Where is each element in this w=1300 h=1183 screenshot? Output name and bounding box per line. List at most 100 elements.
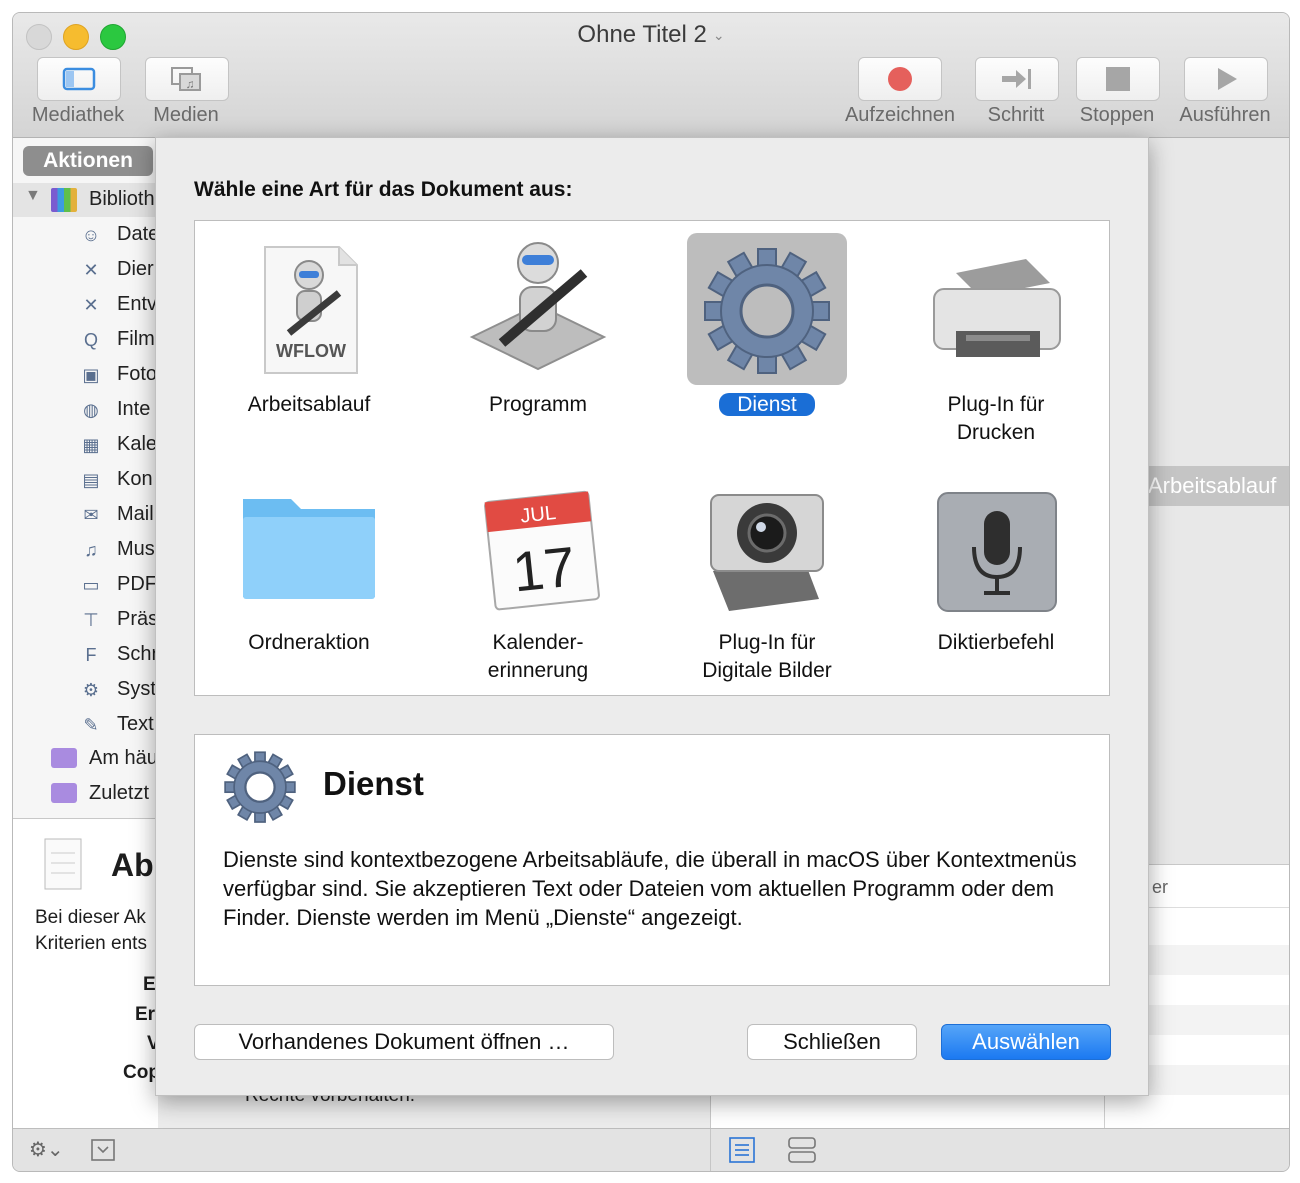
type-description-panel: Dienst Dienste sind kontextbezogene Arbe… — [194, 734, 1110, 986]
type-print-plugin[interactable]: Plug-In für Drucken — [896, 227, 1096, 451]
media-button[interactable]: ♫ — [145, 57, 229, 101]
sheet-prompt: Wähle eine Art für das Dokument aus: — [194, 178, 573, 201]
sidebar-item[interactable]: ☺ Date — [13, 218, 158, 252]
sidebar-item[interactable]: ✕ Entv — [13, 288, 158, 322]
column-divider — [1104, 1093, 1105, 1128]
step-label: Schritt — [987, 104, 1045, 126]
type-calendar-alarm[interactable]: JUL 17 Kalender-erinnerung — [438, 465, 638, 689]
record-label: Aufzeichnen — [844, 104, 956, 126]
sidebar-item-label: Mail — [117, 503, 154, 525]
info-row-label: E — [143, 974, 156, 995]
bottom-bar: ⚙⌄ — [13, 1128, 1289, 1171]
type-label: Dienst — [667, 391, 867, 419]
document-type-sheet: Wähle eine Art für das Dokument aus: WFL… — [155, 137, 1149, 1096]
sidebar-item-label: Inte — [117, 398, 151, 420]
workflow-drop-hint: Arbeitsablauf — [1148, 466, 1289, 506]
automator-robot-icon — [458, 233, 618, 385]
globe-icon: ◍ — [83, 400, 99, 420]
record-icon — [888, 67, 912, 91]
type-image-capture-plugin[interactable]: Plug-In für Digitale Bilder — [667, 465, 867, 689]
sidebar-item-label: Mus — [117, 538, 155, 560]
workflow-file-icon: WFLOW — [229, 233, 389, 385]
log-table-lower — [710, 1093, 1149, 1128]
smart-group-recent[interactable]: Zuletzt — [13, 777, 158, 811]
sidebar-item[interactable]: ✎ Text — [13, 708, 158, 742]
sidebar-item-label: Schr — [117, 643, 158, 665]
log-column-header[interactable]: er — [1152, 877, 1168, 898]
sidebar-item[interactable]: ◍ Inte — [13, 393, 158, 427]
library-button[interactable] — [37, 57, 121, 101]
document-type-grid: WFLOW Arbeitsablauf Programm Dienst Plug… — [194, 220, 1110, 696]
type-label: Kalender-erinnerung — [487, 631, 589, 682]
sidebar-item-label: Entv — [117, 293, 158, 315]
sidebar-item-label: Syst — [117, 678, 156, 700]
step-button[interactable] — [975, 57, 1059, 101]
close-button[interactable]: Schließen — [747, 1024, 917, 1060]
type-dictation-command[interactable]: Diktierbefehl — [896, 465, 1096, 689]
svg-text:♫: ♫ — [186, 77, 195, 91]
divider — [710, 1129, 711, 1171]
library-icon — [62, 67, 96, 91]
library-label: Mediathek — [31, 104, 125, 126]
sidebar-item[interactable]: F Schr — [13, 638, 159, 672]
text-icon: ✎ — [83, 715, 99, 735]
type-service[interactable]: Dienst — [667, 227, 867, 451]
table-row — [1148, 945, 1289, 975]
svg-text:JUL: JUL — [519, 502, 557, 528]
library-root-row[interactable]: ▼ Biblioth — [13, 183, 158, 217]
disclosure-triangle-icon[interactable]: ▼ — [25, 187, 41, 205]
type-folder-action[interactable]: Ordneraktion — [209, 465, 409, 689]
window-title[interactable]: Ohne Titel 2 ⌄ — [13, 21, 1289, 49]
run-button[interactable] — [1184, 57, 1268, 101]
type-label: Arbeitsablauf — [247, 393, 371, 416]
sidebar-item-label: Text — [117, 713, 154, 735]
tools-icon: ✕ — [83, 260, 99, 280]
description-title: Dienst — [323, 765, 424, 802]
smart-group-most-used[interactable]: Am häu — [13, 742, 158, 776]
show-info-icon[interactable] — [91, 1139, 115, 1161]
smart-folder-icon — [51, 748, 77, 768]
sidebar-item[interactable]: ▭ PDF — [13, 568, 158, 602]
sidebar-item[interactable]: ▣ Foto — [13, 358, 158, 392]
split-view-icon[interactable] — [788, 1137, 816, 1163]
type-label: Diktierbefehl — [937, 631, 1055, 654]
sidebar-item[interactable]: ⚙ Syst — [13, 673, 158, 707]
action-title: Ab — [111, 847, 154, 883]
info-row-label: Er — [135, 1004, 156, 1025]
font-icon: F — [85, 645, 97, 665]
media-label: Medien — [153, 104, 219, 126]
sidebar-item[interactable]: ▦ Kale — [13, 428, 158, 462]
workflow-area: Arbeitsablauf er — [1148, 138, 1289, 1129]
calendar-icon: JUL 17 — [458, 471, 618, 623]
type-label: Ordneraktion — [248, 631, 370, 654]
svg-text:WFLOW: WFLOW — [276, 341, 346, 361]
sidebar-item[interactable]: Q Film — [13, 323, 158, 357]
play-icon — [1218, 68, 1237, 90]
log-header: er — [1148, 865, 1289, 908]
microphone-icon — [916, 471, 1076, 623]
pdf-icon: ▭ — [82, 575, 100, 595]
record-button[interactable] — [858, 57, 942, 101]
stop-button[interactable] — [1076, 57, 1160, 101]
gear-menu-icon[interactable]: ⚙⌄ — [29, 1137, 64, 1162]
notepad-icon — [44, 838, 82, 890]
sidebar-item[interactable]: ✕ Dier — [13, 253, 158, 287]
tab-actions[interactable]: Aktionen — [23, 146, 153, 176]
sidebar-item[interactable]: ▤ Kon — [13, 463, 158, 497]
choose-button[interactable]: Auswählen — [941, 1024, 1111, 1060]
type-workflow[interactable]: WFLOW Arbeitsablauf — [209, 227, 409, 451]
automator-window: Ohne Titel 2 ⌄ Mediathek ♫ Medien Aufzeic… — [12, 12, 1290, 1172]
sidebar-item[interactable]: ⊤ Präs — [13, 603, 158, 637]
action-description-line1: Bei dieser Ak — [35, 907, 146, 928]
sidebar-item[interactable]: ✉ Mail — [13, 498, 158, 532]
sidebar-item[interactable]: ♫ Mus — [13, 533, 158, 567]
log-table: er — [1148, 864, 1289, 1129]
list-view-icon[interactable] — [729, 1137, 755, 1163]
run-label: Ausführen — [1179, 104, 1271, 126]
action-info-panel: Ab Bei dieser Ak Kriterien ents E Er V C… — [13, 818, 160, 1129]
quicktime-icon: Q — [83, 330, 98, 350]
open-existing-document-button[interactable]: Vorhandenes Dokument öffnen … — [194, 1024, 614, 1060]
folder-icon — [229, 471, 389, 623]
type-application[interactable]: Programm — [438, 227, 638, 451]
table-row — [1148, 1005, 1289, 1035]
